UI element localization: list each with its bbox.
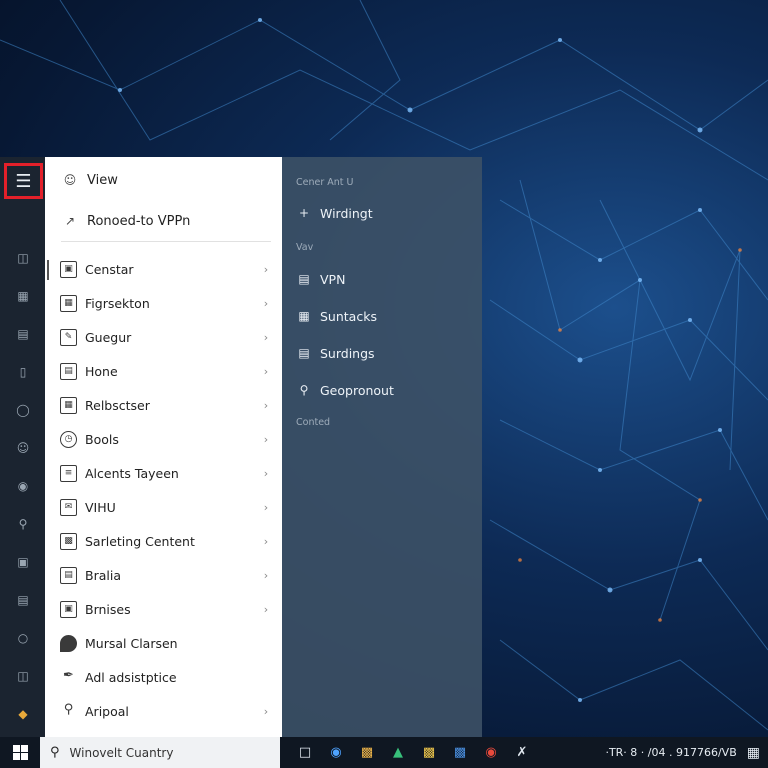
steam-icon[interactable]: ◉ bbox=[325, 742, 347, 764]
news-icon[interactable]: ▤ bbox=[14, 591, 32, 609]
shield-icon bbox=[60, 634, 77, 652]
menu-item-bools[interactable]: ◷ Bools › bbox=[60, 426, 272, 452]
gallery-icon[interactable]: ▣ bbox=[14, 553, 32, 571]
chevron-right-icon: › bbox=[263, 432, 269, 446]
taskbar: ⚲ Winovelt Cuantry □ ◉ ▩ ▲ ▩ ▩ ◉ ✗ ·TR· … bbox=[0, 737, 768, 768]
tray-text: ·TR· 8 · /04 . 917766/VB bbox=[605, 746, 737, 759]
printer-icon: ▤ bbox=[60, 566, 77, 584]
headset-icon[interactable]: ◯ bbox=[14, 401, 32, 419]
vpn-icon: ▤ bbox=[298, 272, 310, 286]
folder-icon[interactable]: ▩ bbox=[418, 742, 440, 764]
table-icon: ▦ bbox=[60, 396, 77, 414]
chevron-right-icon: › bbox=[263, 398, 269, 412]
apps-icon[interactable]: ▦ bbox=[14, 287, 32, 305]
clipboard-icon[interactable]: ▯ bbox=[14, 363, 32, 381]
taskbar-search-box[interactable]: ⚲ Winovelt Cuantry bbox=[40, 737, 280, 768]
location-icon: ⚲ bbox=[63, 701, 74, 717]
menu-item-guegur[interactable]: ✎ Guegur › bbox=[60, 324, 272, 350]
window-icon: ▣ bbox=[60, 600, 77, 618]
document-icon[interactable]: ▤ bbox=[14, 325, 32, 343]
folder-blue-icon[interactable]: ▩ bbox=[449, 742, 471, 764]
chevron-right-icon: › bbox=[263, 602, 269, 616]
list-icon: ≡ bbox=[60, 464, 77, 482]
trash-icon[interactable]: ◫ bbox=[14, 249, 32, 267]
menu-item-mursal-clarsen[interactable]: Mursal Clarsen bbox=[60, 630, 272, 656]
submenu-item-surdings[interactable]: ▤ Surdings bbox=[296, 342, 374, 364]
menu-divider bbox=[61, 241, 271, 242]
grid-icon: ▦ bbox=[60, 294, 77, 312]
submenu-header: Vav bbox=[296, 242, 314, 253]
menu-item-sarleting-centent[interactable]: ▩ Sarleting Centent › bbox=[60, 528, 272, 554]
submenu-item-geopronout[interactable]: ⚲ Geopronout bbox=[296, 379, 394, 401]
people-icon: ☺ bbox=[63, 173, 77, 187]
stack-icon: ▤ bbox=[298, 346, 310, 360]
tag-icon[interactable]: ◆ bbox=[14, 705, 32, 723]
chevron-right-icon: › bbox=[263, 534, 269, 548]
start-button[interactable] bbox=[0, 737, 40, 768]
edge-icon[interactable]: ▲ bbox=[387, 742, 409, 764]
start-menu-panel: ☺ View ↗ Ronoed-to VPPn ▣ Censtar › ▦ Fi… bbox=[45, 157, 282, 737]
view-item[interactable]: ☺ View bbox=[61, 168, 118, 192]
database-icon[interactable]: ◫ bbox=[14, 667, 32, 685]
chevron-right-icon: › bbox=[263, 296, 269, 310]
menu-item-adl-adsistptice[interactable]: ✒ Adl adsistptice bbox=[60, 664, 272, 690]
pen-icon: ✒ bbox=[63, 667, 74, 683]
windows-logo-icon bbox=[12, 745, 28, 760]
folder-icon: ▩ bbox=[60, 532, 77, 550]
file-explorer-icon[interactable]: ▩ bbox=[356, 742, 378, 764]
chevron-right-icon: › bbox=[263, 704, 269, 718]
task-view-icon[interactable]: □ bbox=[294, 742, 316, 764]
submenu-header: Cener Ant U bbox=[296, 177, 354, 188]
submenu-item-vpn[interactable]: ▤ VPN bbox=[296, 268, 345, 290]
menu-item-relbsctser[interactable]: ▦ Relbsctser › bbox=[60, 392, 272, 418]
hamburger-menu-button[interactable]: ☰ bbox=[4, 163, 43, 199]
chevron-right-icon: › bbox=[263, 568, 269, 582]
apps-grid-icon[interactable]: ▦ bbox=[747, 745, 760, 761]
submenu-item-wirdingt[interactable]: + Wirdingt bbox=[296, 202, 373, 224]
people-icon[interactable]: ◉ bbox=[14, 477, 32, 495]
menu-item-brnises[interactable]: ▣ Brnises › bbox=[60, 596, 272, 622]
menu-item-vihu[interactable]: ✉ VIHU › bbox=[60, 494, 272, 520]
menu-item-censtar[interactable]: ▣ Censtar › bbox=[60, 256, 272, 282]
menu-item-bralia[interactable]: ▤ Bralia › bbox=[60, 562, 272, 588]
monitor-icon: ▣ bbox=[60, 260, 77, 278]
menu-item-alcents-tayeen[interactable]: ≡ Alcents Tayeen › bbox=[60, 460, 272, 486]
menu-item-aripoal[interactable]: ⚲ Aripoal › bbox=[60, 698, 272, 724]
plus-icon: + bbox=[298, 206, 310, 220]
vpn-shortcut-item[interactable]: ↗ Ronoed-to VPPn bbox=[61, 209, 190, 233]
smile-icon[interactable]: ☺ bbox=[14, 439, 32, 457]
arrow-icon: ↗ bbox=[64, 214, 76, 228]
search-icon: ⚲ bbox=[50, 745, 60, 760]
chevron-right-icon: › bbox=[263, 330, 269, 344]
gamepad-icon[interactable]: ○ bbox=[14, 629, 32, 647]
menu-item-figrsekton[interactable]: ▦ Figrsekton › bbox=[60, 290, 272, 316]
submenu-header: Conted bbox=[296, 417, 331, 428]
selection-indicator bbox=[47, 260, 49, 280]
clock-icon: ◷ bbox=[60, 430, 77, 448]
hamburger-icon: ☰ bbox=[15, 170, 32, 192]
menu-item-hone[interactable]: ▤ Hone › bbox=[60, 358, 272, 384]
search-icon[interactable]: ⚲ bbox=[14, 515, 32, 533]
chevron-right-icon: › bbox=[263, 466, 269, 480]
chevron-right-icon: › bbox=[263, 500, 269, 514]
chevron-right-icon: › bbox=[263, 262, 269, 276]
system-tray: ·TR· 8 · /04 . 917766/VB ▦ bbox=[595, 745, 768, 761]
submenu-item-suntacks[interactable]: ▦ Suntacks bbox=[296, 305, 377, 327]
chat-icon: ✉ bbox=[60, 498, 77, 516]
submenu-panel: Cener Ant U + Wirdingt Vav ▤ VPN ▦ Sunta… bbox=[282, 157, 482, 737]
document-icon: ▤ bbox=[60, 362, 77, 380]
chrome-icon[interactable]: ◉ bbox=[480, 742, 502, 764]
network-icon[interactable]: ✗ bbox=[511, 742, 533, 764]
edit-icon: ✎ bbox=[60, 328, 77, 346]
chevron-right-icon: › bbox=[263, 364, 269, 378]
grid-icon: ▦ bbox=[298, 309, 310, 323]
pin-icon: ⚲ bbox=[299, 383, 309, 397]
